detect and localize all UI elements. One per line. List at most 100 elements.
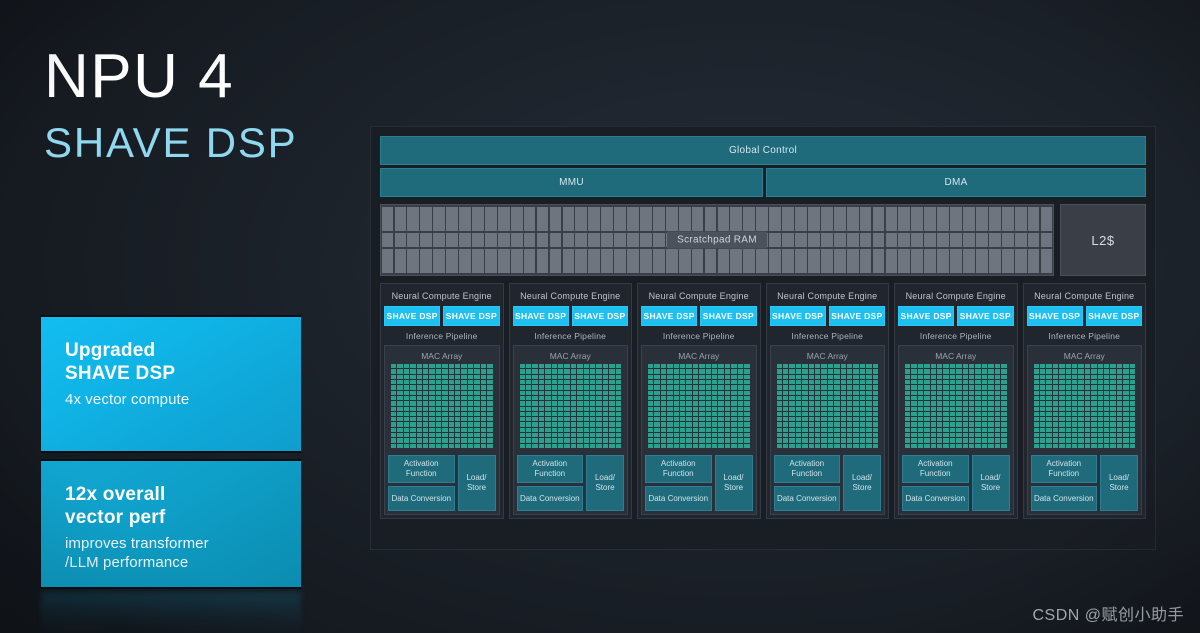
mac-cell (975, 433, 981, 438)
mac-cell (1078, 379, 1084, 385)
mac-cell (917, 369, 924, 374)
mac-cell (1103, 427, 1110, 433)
shave-dsp-block[interactable]: SHAVE DSP (443, 306, 500, 326)
mac-cell (448, 385, 455, 390)
shave-dsp-block[interactable]: SHAVE DSP (1085, 306, 1142, 326)
mac-cell (724, 364, 731, 369)
mac-cell (1091, 395, 1097, 401)
mac-cell (448, 411, 455, 417)
mac-cell (1116, 379, 1123, 385)
mac-cell (840, 438, 846, 443)
mac-cell (840, 443, 846, 448)
shave-dsp-block[interactable]: SHAVE DSP (384, 306, 441, 326)
scratchpad-cell (937, 233, 949, 247)
mac-cell (917, 406, 924, 411)
mac-cell (1039, 379, 1046, 385)
shave-dsp-block[interactable]: SHAVE DSP (769, 306, 826, 326)
scratchpad-cell (420, 233, 433, 247)
scratchpad-cell (446, 207, 458, 232)
mac-cell (1033, 438, 1039, 443)
shave-dsp-block[interactable]: SHAVE DSP (957, 306, 1014, 326)
mac-cell (480, 379, 487, 385)
mac-cell (1065, 443, 1071, 448)
mac-cell (538, 422, 545, 427)
shave-dsp-row: SHAVE DSP SHAVE DSP (641, 306, 757, 326)
mac-cell (917, 443, 924, 448)
scratchpad-cell (640, 233, 652, 247)
mac-cell (705, 385, 712, 390)
mac-cell (718, 438, 724, 443)
mac-cell (532, 374, 538, 379)
neural-compute-engine[interactable]: Neural Compute Engine SHAVE DSP SHAVE DSP I… (1022, 283, 1146, 519)
shave-dsp-block[interactable]: SHAVE DSP (828, 306, 885, 326)
mac-cell (667, 443, 673, 448)
neural-compute-engine[interactable]: Neural Compute Engine SHAVE DSP SHAVE DSP I… (765, 283, 889, 519)
mac-cell (667, 369, 673, 374)
shave-dsp-block[interactable]: SHAVE DSP (512, 306, 569, 326)
mac-cell (744, 422, 750, 427)
mac-cell (744, 433, 750, 438)
mac-cell (455, 417, 461, 422)
mac-cell (846, 369, 853, 374)
mac-cell (532, 438, 538, 443)
mac-cell (859, 390, 866, 395)
mac-cell (699, 395, 705, 401)
mac-cell (423, 374, 429, 379)
mac-cell (943, 433, 949, 438)
mac-cell (403, 417, 410, 422)
scratchpad-cell (523, 233, 536, 247)
mac-cell (429, 385, 435, 390)
mac-cell (969, 422, 975, 427)
mac-cell (930, 438, 937, 443)
scratchpad-cell (950, 233, 962, 247)
mac-cell (686, 422, 692, 427)
mac-cell (782, 427, 789, 433)
mac-cell (1097, 422, 1103, 427)
neural-compute-engine[interactable]: Neural Compute Engine SHAVE DSP SHAVE DSP I… (637, 283, 761, 519)
mac-cell (467, 401, 474, 406)
mac-cell (724, 411, 731, 417)
mac-cell (699, 364, 705, 369)
shave-dsp-block[interactable]: SHAVE DSP (571, 306, 628, 326)
load-store-line2: Store (852, 483, 872, 492)
shave-dsp-block[interactable]: SHAVE DSP (898, 306, 955, 326)
mac-cell (1129, 438, 1135, 443)
mac-cell (397, 406, 403, 411)
mac-cell (1046, 433, 1052, 438)
neural-compute-engine-row: Neural Compute Engine SHAVE DSP SHAVE DSP I… (380, 283, 1146, 519)
mac-cell (474, 411, 480, 417)
neural-compute-engine[interactable]: Neural Compute Engine SHAVE DSP SHAVE DSP I… (380, 283, 504, 519)
mac-cell (1110, 374, 1116, 379)
mac-cell (557, 411, 564, 417)
mac-cell (583, 417, 589, 422)
mac-cell (525, 433, 532, 438)
shave-dsp-block[interactable]: SHAVE DSP (700, 306, 757, 326)
mac-cell (969, 395, 975, 401)
scratchpad-cell (601, 248, 613, 273)
mac-cell (525, 401, 532, 406)
mac-cell (814, 443, 821, 448)
mac-cell (1123, 369, 1129, 374)
mac-cell (776, 374, 782, 379)
neural-compute-engine[interactable]: Neural Compute Engine SHAVE DSP SHAVE DSP I… (894, 283, 1018, 519)
scratchpad-cell (756, 207, 769, 232)
activation-function-line2: Function (919, 469, 951, 479)
mac-cell (866, 411, 872, 417)
mac-cell (802, 443, 808, 448)
mac-cell (827, 417, 834, 422)
mac-cell (423, 395, 429, 401)
shave-dsp-block[interactable]: SHAVE DSP (1026, 306, 1083, 326)
neural-compute-engine[interactable]: Neural Compute Engine SHAVE DSP SHAVE DSP I… (508, 283, 632, 519)
mac-cell (532, 369, 538, 374)
mac-cell (660, 438, 667, 443)
scratchpad-cell (497, 233, 510, 247)
shave-dsp-block[interactable]: SHAVE DSP (641, 306, 698, 326)
mac-cell (583, 401, 589, 406)
mac-cell (442, 369, 448, 374)
mac-cell (737, 422, 744, 427)
mac-cell (814, 369, 821, 374)
mac-cell (994, 427, 1001, 433)
mac-cell (429, 433, 435, 438)
mac-cell (545, 422, 551, 427)
mac-cell (538, 390, 545, 395)
